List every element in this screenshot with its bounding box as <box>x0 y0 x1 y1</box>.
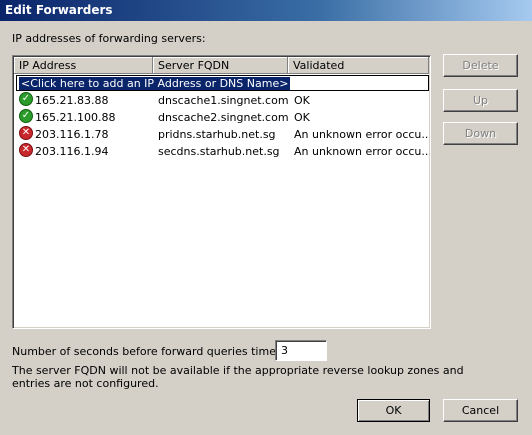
list-header: IP Address Server FQDN Validated <box>14 57 429 74</box>
row-ip: 203.116.1.94 <box>35 145 109 158</box>
fqdn-note: The server FQDN will not be available if… <box>12 364 464 390</box>
row-validated: OK <box>294 94 310 107</box>
up-button[interactable]: Up <box>443 89 518 112</box>
row-fqdn: pridns.starhub.net.sg <box>158 128 276 141</box>
row-ip: 203.116.1.78 <box>35 128 109 141</box>
row-validated: OK <box>294 111 310 124</box>
row-ip: 165.21.83.88 <box>35 94 109 107</box>
table-row[interactable]: ✕ 203.116.1.78 pridns.starhub.net.sg An … <box>16 126 429 143</box>
cancel-button[interactable]: Cancel <box>443 399 518 422</box>
list-label: IP addresses of forwarding servers: <box>12 32 206 45</box>
check-icon: ✓ <box>19 92 33 106</box>
delete-button[interactable]: Delete <box>443 54 518 77</box>
error-icon: ✕ <box>19 126 33 140</box>
row-fqdn: dnscache2.singnet.com... <box>158 111 288 124</box>
column-validated[interactable]: Validated <box>288 57 429 74</box>
error-icon: ✕ <box>19 143 33 157</box>
window-title: Edit Forwarders <box>5 3 113 17</box>
title-bar[interactable]: Edit Forwarders <box>0 0 532 21</box>
forwarders-list[interactable]: IP Address Server FQDN Validated <Click … <box>12 55 431 329</box>
table-row[interactable]: ✓ 165.21.83.88 dnscache1.singnet.com... … <box>16 92 429 109</box>
down-button[interactable]: Down <box>443 122 518 145</box>
row-ip: 165.21.100.88 <box>35 111 116 124</box>
row-fqdn: secdns.starhub.net.sg <box>158 145 280 158</box>
row-validated: An unknown error occu... <box>294 128 429 141</box>
ok-button[interactable]: OK <box>357 399 430 422</box>
column-ip-address[interactable]: IP Address <box>14 57 153 74</box>
check-icon: ✓ <box>19 109 33 123</box>
add-address-prompt[interactable]: <Click here to add an IP Address or DNS … <box>19 77 291 90</box>
row-fqdn: dnscache1.singnet.com... <box>158 94 288 107</box>
timeout-label: Number of seconds before forward queries… <box>12 345 302 358</box>
column-server-fqdn[interactable]: Server FQDN <box>153 57 288 74</box>
timeout-input[interactable]: 3 <box>275 340 327 361</box>
add-address-row[interactable]: <Click here to add an IP Address or DNS … <box>16 75 429 91</box>
table-row[interactable]: ✕ 203.116.1.94 secdns.starhub.net.sg An … <box>16 143 429 160</box>
table-row[interactable]: ✓ 165.21.100.88 dnscache2.singnet.com...… <box>16 109 429 126</box>
row-validated: An unknown error occu... <box>294 145 429 158</box>
